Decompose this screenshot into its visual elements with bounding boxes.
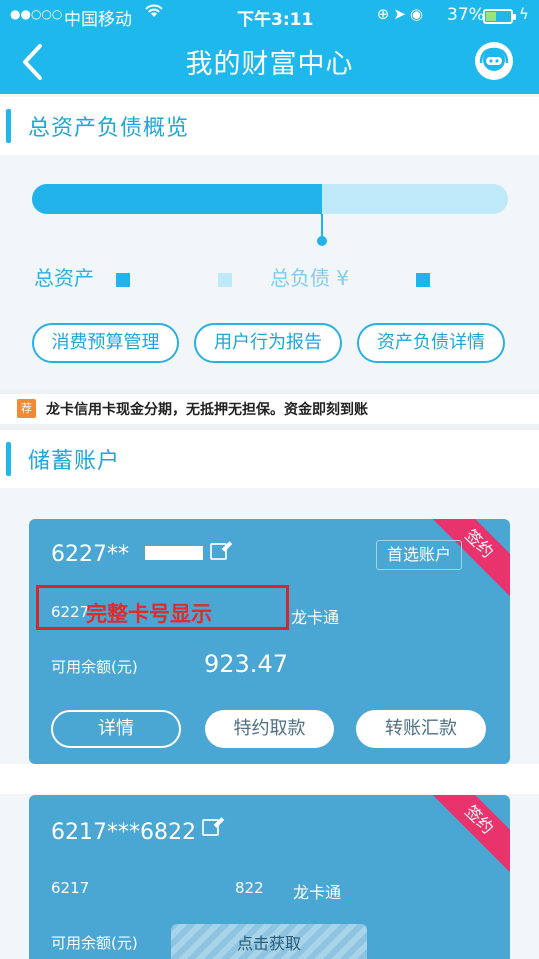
section-accent <box>6 109 11 143</box>
balance-label: 可用余额(元) <box>51 658 138 676</box>
ratio-marker-dot <box>317 236 327 246</box>
balance-value: 923.47 <box>204 650 288 678</box>
primary-account-badge: 首选账户 <box>375 540 462 570</box>
overview-section-title: 总资产负债概览 <box>28 116 190 141</box>
edit-icon[interactable] <box>210 543 227 560</box>
budget-management-button[interactable]: 消费预算管理 <box>32 323 179 363</box>
signed-ribbon: 签约 <box>422 795 510 877</box>
savings-section-header: 储蓄账户 <box>0 430 539 488</box>
customer-service-button[interactable] <box>472 39 516 83</box>
charging-icon: ϟ <box>519 5 529 23</box>
signal-strength: ●●○○○ <box>10 7 63 21</box>
special-withdrawal-button[interactable]: 特约取款 <box>205 710 334 748</box>
card-gap <box>0 764 539 794</box>
assets-legend-swatch <box>116 273 130 287</box>
annotation-text: 完整卡号显示 <box>86 602 212 626</box>
balance-sheet-details-button[interactable]: 资产负债详情 <box>357 323 505 363</box>
status-icons: ⊕➤◉ <box>377 5 427 23</box>
alarm-icon: ◉ <box>409 5 427 23</box>
location-icon: ➤ <box>393 5 410 23</box>
promo-text: 龙卡信用卡现金分期，无抵押无担保。资金即刻到账 <box>46 402 368 418</box>
section-accent <box>6 442 11 476</box>
carrier-name: 中国移动 <box>64 10 132 30</box>
asset-portion <box>32 184 323 214</box>
balance-label: 可用余额(元) <box>51 934 138 952</box>
page-title: 我的财富中心 <box>185 49 354 80</box>
assets-label: 总资产 <box>34 266 94 290</box>
liabilities-legend-swatch <box>416 273 430 287</box>
customer-service-icon <box>475 42 513 80</box>
savings-card[interactable]: 签约 6217***6822 6217 822 龙卡通 可用余额(元) 点击获取 <box>29 795 510 959</box>
card-type: 龙卡通 <box>291 608 340 627</box>
overview-section-header: 总资产负债概览 <box>0 97 539 155</box>
rotation-lock-icon: ⊕ <box>376 5 394 23</box>
card-number-suffix: 822 <box>235 879 264 897</box>
battery-percent: 37% <box>447 5 485 25</box>
details-button[interactable]: 详情 <box>51 710 181 748</box>
wifi-icon <box>144 3 164 24</box>
card-number-prefix: 6217 <box>51 879 90 897</box>
card-type: 龙卡通 <box>293 883 342 902</box>
ratio-marker <box>321 214 323 238</box>
top-bar: ●●○○○ 中国移动 下午3:11 ⊕➤◉ 37% ϟ 我的财富中心 <box>0 0 539 94</box>
status-bar: ●●○○○ 中国移动 下午3:11 ⊕➤◉ 37% ϟ <box>0 0 539 32</box>
transfer-button[interactable]: 转账汇款 <box>356 710 486 748</box>
fetch-balance-button[interactable]: 点击获取 <box>171 924 367 959</box>
liabilities-label: 总负债 ¥ <box>270 266 350 290</box>
behavior-report-button[interactable]: 用户行为报告 <box>194 323 342 363</box>
savings-card[interactable]: 签约 6227** 首选账户 6227 龙卡通 可用余额(元) 923.47 详… <box>29 519 510 764</box>
card-number-masked: 6227** <box>51 542 129 567</box>
redacted-number <box>145 546 203 560</box>
asset-liability-bar <box>32 184 508 214</box>
battery-icon <box>483 9 516 24</box>
savings-section-title: 储蓄账户 <box>28 449 121 474</box>
assets-value-masked <box>218 273 232 287</box>
card-number-masked: 6217***6822 <box>51 820 196 845</box>
promo-banner[interactable]: 荐 龙卡信用卡现金分期，无抵押无担保。资金即刻到账 <box>0 394 539 424</box>
edit-icon[interactable] <box>202 819 219 836</box>
status-time: 下午3:11 <box>237 10 314 30</box>
recommend-tag: 荐 <box>17 399 36 418</box>
